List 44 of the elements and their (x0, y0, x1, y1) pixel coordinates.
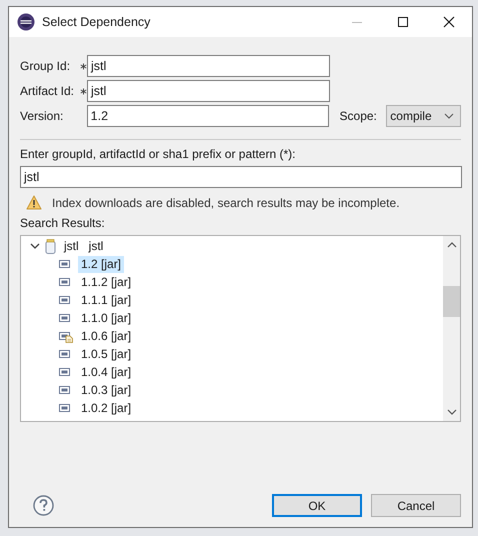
version-item[interactable]: 1.0.4 [jar] (78, 364, 134, 380)
field-label: Group Id: (20, 59, 72, 73)
tree-item[interactable]: jstl jstl (61, 238, 106, 254)
version-item[interactable]: 1.2 [jar] (78, 256, 124, 272)
jar-icon (59, 312, 73, 324)
dialog-button[interactable]: OK (272, 494, 362, 517)
version-item[interactable]: 1.0.2 [jar] (78, 400, 134, 416)
chevron-down-icon (444, 113, 454, 119)
jar-icon (59, 294, 73, 306)
scroll-thumb[interactable] (443, 286, 460, 317)
field-label: Version: (20, 109, 64, 123)
text-field[interactable]: jstl (87, 80, 330, 102)
version-item[interactable]: 1.0.5 [jar] (78, 346, 134, 362)
eclipse-icon (17, 13, 35, 31)
version-item[interactable]: 1.1.0 [jar] (78, 310, 134, 326)
jar-icon (59, 348, 73, 360)
warning-message: Index downloads are disabled, search results may be incomplete. (52, 196, 400, 210)
jar-icon (59, 402, 73, 414)
dialog-button[interactable]: Cancel (371, 494, 461, 517)
search-field[interactable]: jstl (20, 166, 462, 188)
help-icon[interactable] (33, 495, 54, 516)
results-label: Search Results: (20, 216, 106, 230)
jar-icon (59, 276, 73, 288)
text-field[interactable]: 1.2 (86, 105, 329, 127)
jar-icon (59, 366, 73, 378)
jar-icon (59, 258, 73, 270)
version-item[interactable]: 1.0.3 [jar] (78, 382, 134, 398)
scope-dropdown[interactable]: compile (386, 105, 461, 127)
scope-label: Scope: (340, 109, 378, 123)
search-label: Enter groupId, artifactId or sha1 prefix or pattern (*): (20, 147, 296, 161)
jar-icon (59, 384, 73, 396)
scrollbar[interactable] (443, 236, 460, 421)
version-item[interactable]: 1.0.6 [jar] (78, 328, 134, 344)
text-field[interactable]: jstl (87, 55, 330, 77)
jar-icon (59, 330, 73, 342)
jar-icon (45, 238, 56, 254)
field-label: Artifact Id: (20, 84, 76, 98)
warning-icon (26, 195, 42, 210)
scroll-down-icon[interactable] (446, 409, 456, 415)
version-item[interactable]: 1.1.2 [jar] (78, 274, 134, 290)
window-title: Select Dependency (42, 15, 150, 29)
version-item[interactable]: 1.1.1 [jar] (78, 292, 134, 308)
scroll-up-icon[interactable] (446, 242, 456, 248)
expand-icon[interactable] (30, 242, 40, 250)
